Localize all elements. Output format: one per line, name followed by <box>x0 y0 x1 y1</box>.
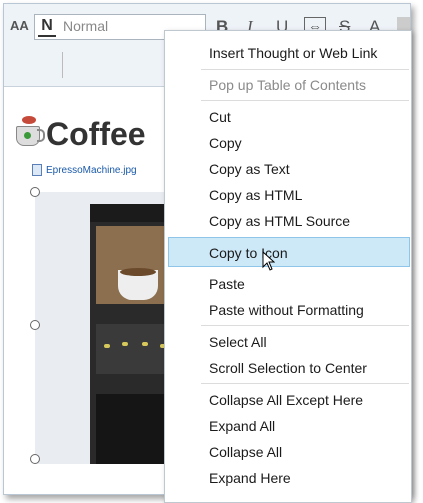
menu-separator <box>201 325 409 326</box>
menu-item-copy-as-text[interactable]: Copy as Text <box>209 161 290 177</box>
style-select-value: Normal <box>63 18 109 34</box>
menu-item-scroll-selection-to-center[interactable]: Scroll Selection to Center <box>209 360 367 376</box>
menu-item-select-all[interactable]: Select All <box>209 334 267 350</box>
menu-item-paste[interactable]: Paste <box>209 276 245 292</box>
resize-handle[interactable] <box>30 187 40 197</box>
menu-item-paste-without-formatting[interactable]: Paste without Formatting <box>209 302 364 318</box>
menu-separator <box>201 100 409 101</box>
context-menu: Insert Thought or Web Link Pop up Table … <box>164 30 412 503</box>
toolbar-divider <box>62 52 63 78</box>
menu-item-expand-all[interactable]: Expand All <box>209 418 275 434</box>
menu-separator <box>201 383 409 384</box>
resize-handle[interactable] <box>30 320 40 330</box>
menu-item-copy[interactable]: Copy <box>209 135 242 151</box>
menu-item-popup-toc: Pop up Table of Contents <box>209 77 366 93</box>
menu-highlight <box>168 237 410 267</box>
menu-item-collapse-all[interactable]: Collapse All <box>209 444 282 460</box>
menu-item-copy-as-html-source[interactable]: Copy as HTML Source <box>209 213 350 229</box>
menu-separator <box>201 69 409 70</box>
page-heading: Coffee <box>46 116 146 152</box>
machine-graphic <box>90 204 172 464</box>
coffee-cup-icon <box>16 116 45 146</box>
resize-handle[interactable] <box>30 454 40 464</box>
menu-item-insert-thought[interactable]: Insert Thought or Web Link <box>209 45 377 61</box>
menu-item-collapse-all-except-here[interactable]: Collapse All Except Here <box>209 392 363 408</box>
image-file-icon <box>32 164 42 176</box>
menu-item-expand-here[interactable]: Expand Here <box>209 470 291 486</box>
mouse-cursor-icon <box>262 250 275 271</box>
menu-item-copy-as-html[interactable]: Copy as HTML <box>209 187 302 203</box>
menu-item-cut[interactable]: Cut <box>209 109 231 125</box>
espresso-machine-image[interactable] <box>35 192 172 464</box>
normal-style-icon: N <box>38 17 56 37</box>
font-size-icon[interactable]: AA <box>10 18 29 33</box>
image-file-link[interactable]: EpressoMachine.jpg <box>46 165 137 176</box>
menu-item-copy-to-icon[interactable]: Copy to Icon <box>209 245 288 261</box>
